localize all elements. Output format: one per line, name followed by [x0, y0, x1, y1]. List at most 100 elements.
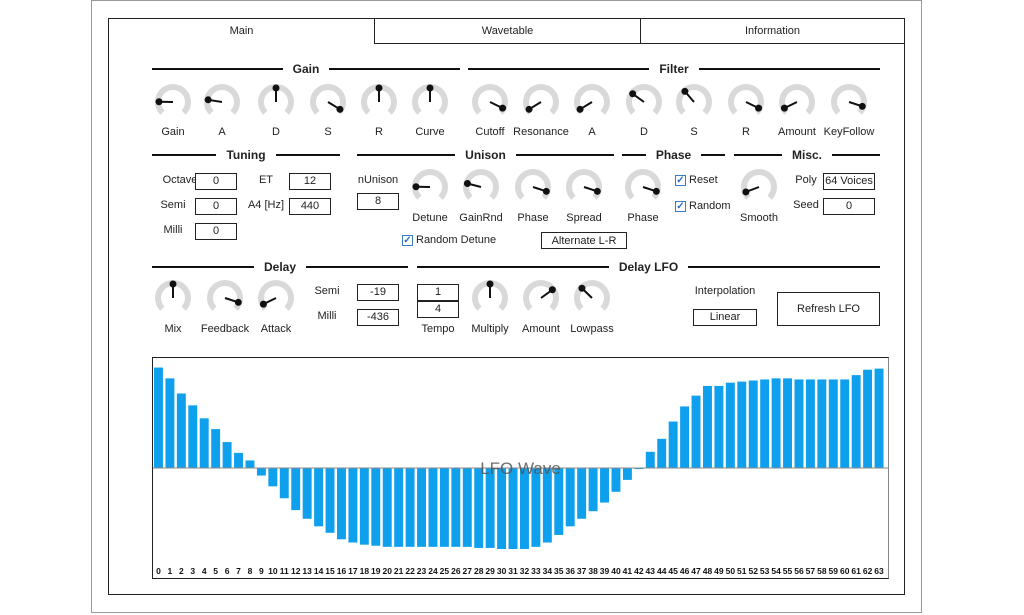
lfo-bar	[817, 379, 827, 468]
lfo-tick-label: 3	[190, 566, 195, 576]
delay-semi-input[interactable]: -19	[357, 284, 399, 301]
filter-7-knob[interactable]	[831, 84, 867, 120]
lfo-bar	[268, 468, 278, 487]
poly-input[interactable]: 64 Voices	[823, 173, 875, 190]
nunison-input[interactable]: 8	[357, 193, 399, 210]
checkmark-icon[interactable]: ✓	[402, 234, 413, 246]
random-detune-checkbox[interactable]: ✓ Random Detune	[402, 234, 496, 246]
filter-5-knob[interactable]	[728, 84, 764, 120]
tempo-numerator-input[interactable]: 1	[417, 284, 459, 301]
lfo-bar	[874, 368, 884, 468]
octave-input[interactable]: 0	[195, 173, 237, 190]
checkmark-icon[interactable]: ✓	[675, 200, 686, 212]
filter-3-knob[interactable]	[626, 84, 662, 120]
lfo-bar	[554, 468, 564, 535]
lfo-bar	[508, 468, 518, 549]
phase-reset-checkbox[interactable]: ✓ Reset	[675, 174, 718, 186]
lfo-wave-chart[interactable]: 0 1 2 3 4 5 6 7 8 9 10 11 12 13 14 15 16 17 18 19 20 21 22 23 24…	[152, 357, 889, 579]
filter-6-knob[interactable]	[779, 84, 815, 120]
gain-0-knob[interactable]	[155, 84, 191, 120]
lfo-bar	[394, 468, 404, 547]
lfo-wave-svg[interactable]: 0 1 2 3 4 5 6 7 8 9 10 11 12 13 14 15 16 17 18 19 20 21 22 23 24…	[153, 358, 888, 578]
unison-2-knob[interactable]	[515, 169, 551, 205]
lfo-bar	[439, 468, 449, 547]
delay-lfo-1-knob[interactable]	[523, 280, 559, 316]
unison-mode-button[interactable]: Alternate L-R	[541, 232, 627, 249]
lfo-bar	[703, 385, 712, 468]
lfo-tick-label: 14	[314, 566, 324, 576]
filter-title: Filter	[659, 62, 689, 76]
delay-milli-input[interactable]: -436	[357, 309, 399, 326]
lfo-tick-label: 9	[259, 566, 264, 576]
delay-lfo-2-knob[interactable]	[574, 280, 610, 316]
lfo-bar	[245, 460, 255, 468]
lfo-tick-label: 32	[520, 566, 530, 576]
phase-title: Phase	[655, 148, 692, 162]
lfo-bar	[531, 468, 541, 547]
delay-1-label: Feedback	[200, 323, 250, 335]
poly-label: Poly	[795, 174, 817, 186]
interpolation-label: Interpolation	[694, 285, 756, 297]
lfo-tick-label: 41	[623, 566, 633, 576]
a4-input[interactable]: 440	[289, 198, 331, 215]
lfo-tick-label: 38	[588, 566, 598, 576]
unison-0-knob[interactable]	[412, 169, 448, 205]
semi-input[interactable]: 0	[195, 198, 237, 215]
filter-0-knob[interactable]	[472, 84, 508, 120]
filter-7-label: KeyFollow	[823, 126, 875, 138]
tab-wavetable[interactable]: Wavetable	[374, 18, 641, 44]
gain-3-knob[interactable]	[310, 84, 346, 120]
refresh-lfo-button[interactable]: Refresh LFO	[777, 292, 880, 326]
gain-4-label: R	[375, 126, 383, 138]
lfo-tick-label: 62	[863, 566, 873, 576]
lfo-bar	[725, 382, 735, 468]
filter-2-knob[interactable]	[574, 84, 610, 120]
lfo-bar	[417, 468, 426, 547]
lfo-bar	[680, 406, 690, 468]
delay-lfo-2-label: Lowpass	[570, 323, 614, 335]
lfo-bar	[222, 442, 232, 468]
delay-2-knob[interactable]	[258, 280, 294, 316]
phase-label: Phase	[627, 212, 659, 224]
lfo-bar	[474, 468, 484, 548]
interpolation-select[interactable]: Linear	[693, 309, 757, 326]
checkmark-icon[interactable]: ✓	[675, 174, 686, 186]
lfo-bar	[279, 468, 289, 499]
milli-input[interactable]: 0	[195, 223, 237, 240]
gain-1-knob[interactable]	[204, 84, 240, 120]
lfo-bar	[176, 393, 186, 468]
lfo-tick-label: 61	[851, 566, 861, 576]
tab-main[interactable]: Main	[108, 18, 375, 44]
lfo-tick-label: 17	[348, 566, 358, 576]
phase-random-checkbox[interactable]: ✓ Random	[675, 200, 731, 212]
filter-4-knob[interactable]	[676, 84, 712, 120]
filter-1-knob[interactable]	[523, 84, 559, 120]
et-input[interactable]: 12	[289, 173, 331, 190]
delay-lfo-0-knob[interactable]	[472, 280, 508, 316]
unison-title: Unison	[465, 148, 506, 162]
gain-5-knob[interactable]	[412, 84, 448, 120]
lfo-bar	[302, 468, 312, 519]
lfo-tick-label: 57	[806, 566, 816, 576]
unison-1-knob[interactable]	[463, 169, 499, 205]
unison-3-knob[interactable]	[566, 169, 602, 205]
lfo-bar	[211, 429, 221, 468]
nunison-label: nUnison	[357, 174, 399, 186]
gain-4-knob[interactable]	[361, 84, 397, 120]
phase-knob[interactable]	[625, 169, 661, 205]
misc-title: Misc.	[792, 148, 823, 162]
tempo-denominator-input[interactable]: 4	[417, 301, 459, 318]
delay-1-knob[interactable]	[207, 280, 243, 316]
gain-2-knob[interactable]	[258, 84, 294, 120]
smooth-knob[interactable]	[741, 169, 777, 205]
delay-0-knob[interactable]	[155, 280, 191, 316]
lfo-bar	[668, 421, 678, 468]
lfo-tick-label: 22	[405, 566, 415, 576]
seed-input[interactable]: 0	[823, 198, 875, 215]
random-detune-label: Random Detune	[416, 234, 497, 246]
lfo-bar	[154, 367, 163, 468]
tab-information[interactable]: Information	[640, 18, 905, 44]
lfo-bar	[805, 379, 815, 468]
lfo-tick-label: 35	[554, 566, 564, 576]
a4-label: A4 [Hz]	[247, 199, 285, 211]
